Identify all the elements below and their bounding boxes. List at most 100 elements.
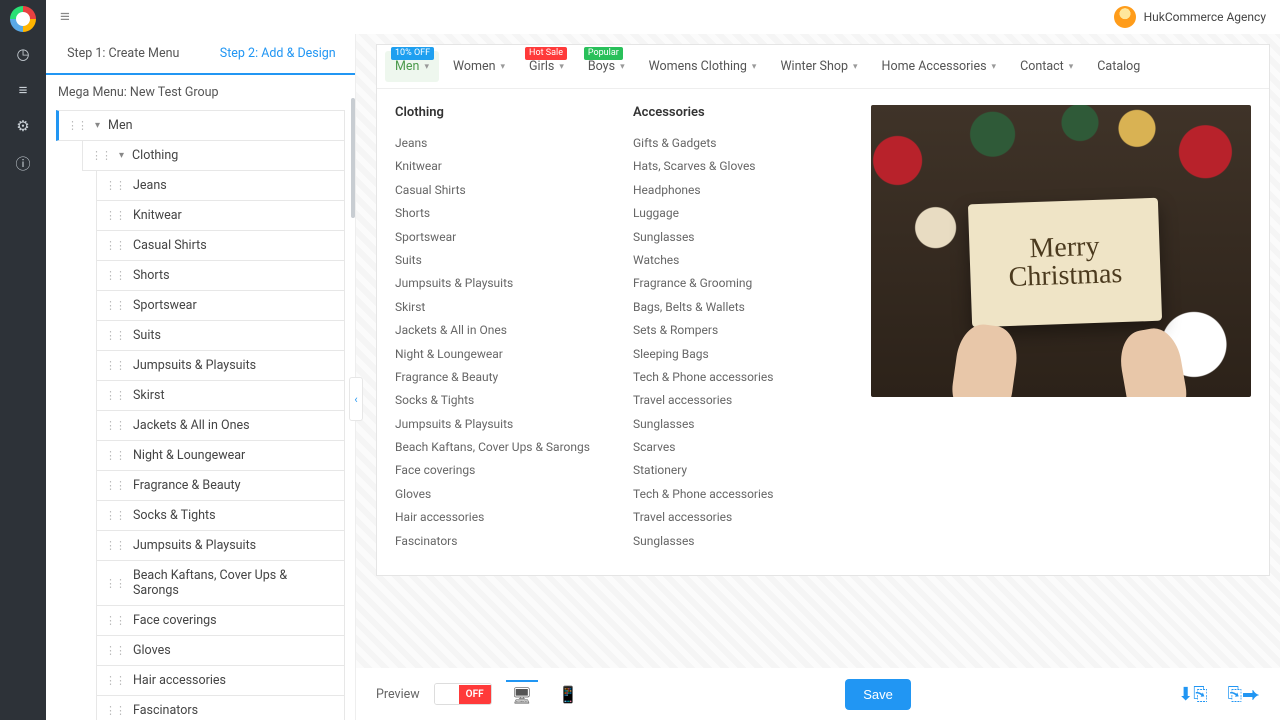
mega-link[interactable]: Skirst [395,296,605,319]
mega-link[interactable]: Hats, Scarves & Gloves [633,155,843,178]
mega-link[interactable]: Night & Loungewear [395,343,605,366]
save-button[interactable]: Save [845,679,911,710]
drag-handle-icon[interactable]: ⋮⋮ [105,239,125,252]
mega-link[interactable]: Tech & Phone accessories [633,366,843,389]
mega-link[interactable]: Sportswear [395,226,605,249]
tree-node-child[interactable]: ⋮⋮▾Clothing [82,141,345,171]
tree-node-root[interactable]: ⋮⋮▾Men [56,110,345,141]
nav-women[interactable]: Women▾ [443,51,515,82]
drag-handle-icon[interactable]: ⋮⋮ [91,149,111,162]
tree-node-item[interactable]: ⋮⋮Skirst [96,381,345,411]
tree-node-item[interactable]: ⋮⋮Hair accessories [96,666,345,696]
mega-link[interactable]: Casual Shirts [395,179,605,202]
mega-link[interactable]: Knitwear [395,155,605,178]
mega-link[interactable]: Jumpsuits & Playsuits [395,413,605,436]
mega-link[interactable]: Stationery [633,459,843,482]
mega-link[interactable]: Jumpsuits & Playsuits [395,272,605,295]
mega-link[interactable]: Bags, Belts & Wallets [633,296,843,319]
drag-handle-icon[interactable]: ⋮⋮ [105,269,125,282]
tree-node-item[interactable]: ⋮⋮Knitwear [96,201,345,231]
mega-link[interactable]: Fragrance & Beauty [395,366,605,389]
nav-contact[interactable]: Contact▾ [1010,51,1083,82]
tree-node-item[interactable]: ⋮⋮Jeans [96,171,345,201]
mega-link[interactable]: Sunglasses [633,530,843,553]
tab-add-design[interactable]: Step 2: Add & Design [201,34,356,75]
mega-link[interactable]: Jackets & All in Ones [395,319,605,342]
tree-node-item[interactable]: ⋮⋮Gloves [96,636,345,666]
drag-handle-icon[interactable]: ⋮⋮ [105,509,125,522]
mega-link[interactable]: Jeans [395,132,605,155]
tree-node-item[interactable]: ⋮⋮Night & Loungewear [96,441,345,471]
mega-link[interactable]: Gloves [395,483,605,506]
nav-girls[interactable]: Hot Sale Girls▾ [519,51,574,82]
mega-link[interactable]: Suits [395,249,605,272]
mega-link[interactable]: Shorts [395,202,605,225]
preview-toggle[interactable]: OFF [434,683,492,705]
mega-link[interactable]: Sleeping Bags [633,343,843,366]
mega-link[interactable]: Travel accessories [633,506,843,529]
caret-down-icon[interactable]: ▾ [119,150,124,161]
mega-link[interactable]: Travel accessories [633,389,843,412]
nav-boys[interactable]: Popular Boys▾ [578,51,635,82]
drag-handle-icon[interactable]: ⋮⋮ [67,119,87,132]
mega-link[interactable]: Gifts & Gadgets [633,132,843,155]
info-icon[interactable]: ⓘ [15,153,30,174]
drag-handle-icon[interactable]: ⋮⋮ [105,389,125,402]
tree-node-item[interactable]: ⋮⋮Fascinators [96,696,345,720]
mega-link[interactable]: Fragrance & Grooming [633,272,843,295]
collapse-panel-icon[interactable]: ‹ [349,377,363,421]
drag-handle-icon[interactable]: ⋮⋮ [105,419,125,432]
tab-create-menu[interactable]: Step 1: Create Menu [46,34,201,75]
tree-node-item[interactable]: ⋮⋮Fragrance & Beauty [96,471,345,501]
tree-node-item[interactable]: ⋮⋮Sportswear [96,291,345,321]
tree-node-item[interactable]: ⋮⋮Shorts [96,261,345,291]
mega-link[interactable]: Headphones [633,179,843,202]
drag-handle-icon[interactable]: ⋮⋮ [105,674,125,687]
drag-handle-icon[interactable]: ⋮⋮ [105,329,125,342]
mega-link[interactable]: Fascinators [395,530,605,553]
mega-link[interactable]: Luggage [633,202,843,225]
drag-handle-icon[interactable]: ⋮⋮ [105,179,125,192]
mega-link[interactable]: Socks & Tights [395,389,605,412]
mega-link[interactable]: Hair accessories [395,506,605,529]
mega-link[interactable]: Tech & Phone accessories [633,483,843,506]
export-icon[interactable]: ⎘⮕ [1228,684,1260,705]
import-icon[interactable]: ⬇⎘ [1178,684,1207,705]
mega-link[interactable]: Sets & Rompers [633,319,843,342]
mega-link[interactable]: Face coverings [395,459,605,482]
tree-node-item[interactable]: ⋮⋮Suits [96,321,345,351]
mega-link[interactable]: Watches [633,249,843,272]
nav-home-accessories[interactable]: Home Accessories▾ [872,51,1007,82]
drag-handle-icon[interactable]: ⋮⋮ [105,479,125,492]
layers-icon[interactable]: ≡ [19,81,28,99]
user-chip[interactable]: HukCommerce Agency [1114,6,1266,28]
tree-node-item[interactable]: ⋮⋮Socks & Tights [96,501,345,531]
mega-link[interactable]: Scarves [633,436,843,459]
mobile-icon[interactable]: 📱 [552,681,584,708]
tree-node-item[interactable]: ⋮⋮Jackets & All in Ones [96,411,345,441]
scrollbar[interactable] [351,98,355,218]
drag-handle-icon[interactable]: ⋮⋮ [105,577,125,590]
drag-handle-icon[interactable]: ⋮⋮ [105,209,125,222]
nav-winter-shop[interactable]: Winter Shop▾ [770,51,867,82]
settings-icon[interactable]: ⚙ [16,117,29,135]
tree-node-item[interactable]: ⋮⋮Face coverings [96,606,345,636]
drag-handle-icon[interactable]: ⋮⋮ [105,614,125,627]
mega-link[interactable]: Sunglasses [633,413,843,436]
drag-handle-icon[interactable]: ⋮⋮ [105,449,125,462]
tree-node-item[interactable]: ⋮⋮Jumpsuits & Playsuits [96,531,345,561]
drag-handle-icon[interactable]: ⋮⋮ [105,644,125,657]
mega-link[interactable]: Beach Kaftans, Cover Ups & Sarongs [395,436,605,459]
nav-catalog[interactable]: Catalog [1087,51,1150,82]
dashboard-icon[interactable]: ◷ [16,45,29,63]
nav-men[interactable]: 10% OFF Men▾ [385,51,439,82]
mega-link[interactable]: Sunglasses [633,226,843,249]
drag-handle-icon[interactable]: ⋮⋮ [105,359,125,372]
tree-node-item[interactable]: ⋮⋮Jumpsuits & Playsuits [96,351,345,381]
tree-node-item[interactable]: ⋮⋮Beach Kaftans, Cover Ups & Sarongs [96,561,345,606]
drag-handle-icon[interactable]: ⋮⋮ [105,704,125,717]
drag-handle-icon[interactable]: ⋮⋮ [105,539,125,552]
tree-node-item[interactable]: ⋮⋮Casual Shirts [96,231,345,261]
drag-handle-icon[interactable]: ⋮⋮ [105,299,125,312]
caret-down-icon[interactable]: ▾ [95,120,100,131]
